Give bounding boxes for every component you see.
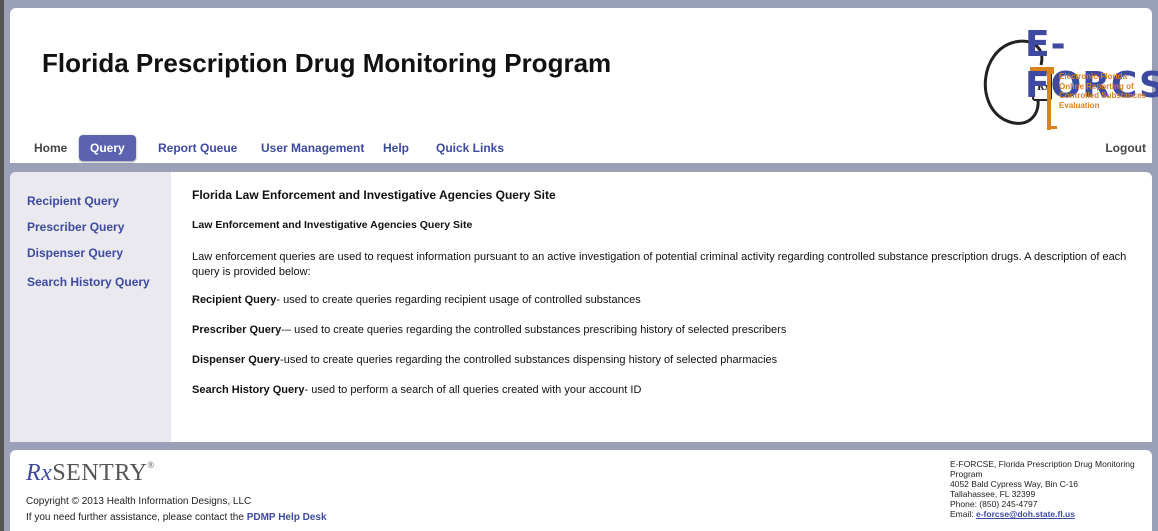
query-name: Prescriber Query: [192, 324, 282, 336]
logout-link[interactable]: Logout: [1105, 141, 1146, 155]
site-header: Florida Prescription Drug Monitoring Pro…: [10, 8, 1158, 163]
query-text: - used to create queries regarding recip…: [276, 294, 641, 306]
logo-subtitle: Electronic-Florida Online Reporting of C…: [1059, 72, 1154, 110]
sidebar: Recipient Query Prescriber Query Dispens…: [10, 172, 171, 442]
window-edge: [0, 0, 4, 531]
sidebar-item-search-history-query[interactable]: Search History Query: [27, 275, 150, 289]
main-nav: Home Query Report Queue User Management …: [32, 135, 1152, 161]
help-desk-link[interactable]: PDMP Help Desk: [247, 512, 327, 523]
contact-address-line2: Tallahassee, FL 32399: [950, 489, 1036, 499]
logo-line: Controlled Substances: [1059, 91, 1147, 100]
contact-email-line: Email: e-forcse@doh.state.fl.us: [950, 509, 1150, 519]
content-panel: Recipient Query Prescriber Query Dispens…: [10, 172, 1152, 442]
nav-report-queue[interactable]: Report Queue: [158, 135, 237, 161]
nav-quick-links[interactable]: Quick Links: [436, 135, 504, 161]
nav-query[interactable]: Query: [79, 135, 136, 161]
site-footer: RxSENTRY® Copyright © 2013 Health Inform…: [10, 450, 1152, 531]
query-name: Recipient Query: [192, 294, 277, 306]
query-name: Dispenser Query: [192, 354, 281, 366]
query-name: Search History Query: [192, 384, 305, 396]
logo-line: Evaluation: [1059, 100, 1100, 110]
contact-phone: Phone: (850) 245-4797: [950, 499, 1038, 509]
query-text: -used to create queries regarding the co…: [280, 354, 778, 366]
rx-logo-name: SENTRY: [52, 460, 148, 486]
contact-info: E-FORCSE, Florida Prescription Drug Moni…: [950, 459, 1150, 519]
assistance-text: If you need further assistance, please c…: [26, 512, 327, 523]
sidebar-item-dispenser-query[interactable]: Dispenser Query: [27, 246, 123, 260]
page-title: Florida Law Enforcement and Investigativ…: [192, 188, 556, 202]
page-subtitle: Law Enforcement and Investigative Agenci…: [192, 219, 473, 231]
logo-line: Electronic-Florida: [1059, 72, 1128, 81]
logo-line: Online Reporting of: [1059, 81, 1134, 91]
sidebar-item-recipient-query[interactable]: Recipient Query: [27, 194, 119, 208]
page-frame: Florida Prescription Drug Monitoring Pro…: [0, 0, 1158, 531]
query-description-search-history: Search History Query- used to perform a …: [192, 384, 641, 396]
query-text: - used to perform a search of all querie…: [304, 384, 642, 396]
rx-logo-mark: Rx: [26, 460, 53, 486]
nav-home[interactable]: Home: [34, 135, 67, 161]
assistance-label: If you need further assistance, please c…: [26, 512, 247, 523]
contact-org: E-FORCSE, Florida Prescription Drug Moni…: [950, 459, 1135, 479]
contact-email-link[interactable]: e-forcse@doh.state.fl.us: [976, 509, 1075, 519]
query-text: -– used to create queries regarding the …: [281, 324, 787, 336]
page-description: Law enforcement queries are used to requ…: [192, 251, 1127, 278]
query-description-prescriber: Prescriber Query-– used to create querie…: [192, 324, 786, 336]
query-description-recipient: Recipient Query- used to create queries …: [192, 294, 641, 306]
site-title: Florida Prescription Drug Monitoring Pro…: [42, 48, 612, 78]
query-description-dispenser: Dispenser Query-used to create queries r…: [192, 354, 777, 366]
contact-address-line1: 4052 Bald Cypress Way, Bin C-16: [950, 479, 1079, 489]
nav-help[interactable]: Help: [383, 135, 409, 161]
sidebar-item-prescriber-query[interactable]: Prescriber Query: [27, 220, 124, 234]
copyright-text: Copyright © 2013 Health Information Desi…: [26, 496, 252, 507]
nav-user-management[interactable]: User Management: [261, 135, 364, 161]
contact-email-label: Email:: [950, 509, 976, 519]
rx-logo-trademark: ®: [147, 460, 155, 470]
rxsentry-logo: RxSENTRY®: [26, 460, 155, 487]
